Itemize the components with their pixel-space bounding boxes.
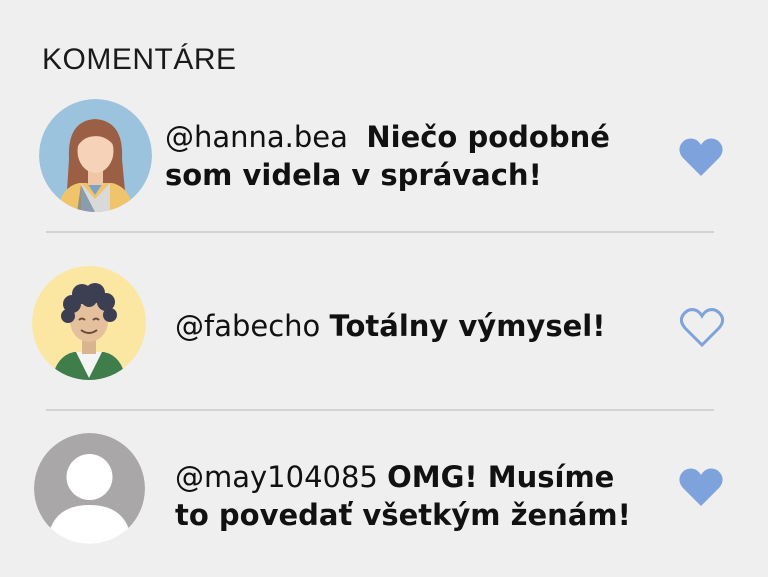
comment-text: @hanna.bea Niečo podobné som videla v sp… [165,118,610,194]
comment-username[interactable]: @fabecho [175,309,320,343]
divider [46,231,714,233]
comment-message: Totálny výmysel! [329,309,606,343]
comment-username[interactable]: @hanna.bea [165,120,348,154]
heart-outline-icon[interactable] [679,306,725,348]
comment-message: to povedať všetkým ženám! [175,498,631,532]
curly-hair-man-avatar-icon[interactable] [32,266,146,380]
comments-heading: KOMENTÁRE [42,43,237,76]
divider [46,409,714,411]
default-user-avatar-icon[interactable] [34,433,145,544]
heart-filled-icon[interactable] [678,136,724,178]
comment-username[interactable]: @may104085 [175,460,378,494]
comment-message: som videla v správach! [165,158,542,192]
comment-message: Niečo podobné [366,120,610,154]
comment-text: @may104085 OMG! Musíme to povedať všetký… [175,458,631,534]
comment-message: OMG! Musíme [387,460,615,494]
heart-filled-icon[interactable] [678,466,724,508]
comment-text: @fabecho Totálny výmysel! [175,307,605,345]
woman-avatar-icon[interactable] [39,99,152,212]
